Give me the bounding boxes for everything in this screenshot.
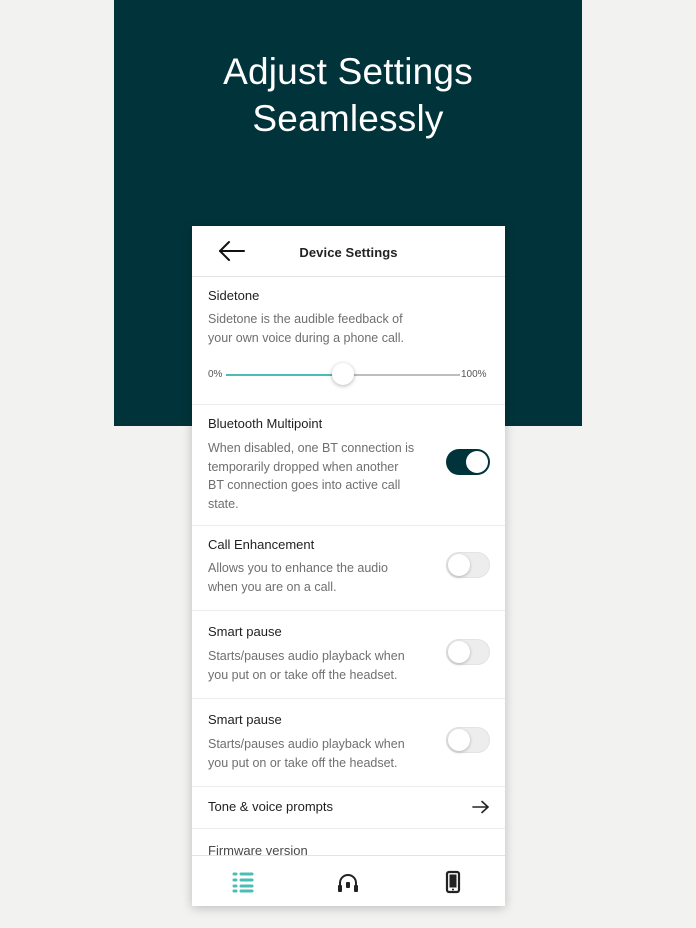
call-enhancement-toggle[interactable]	[446, 552, 490, 578]
bluetooth-multipoint-toggle[interactable]	[446, 449, 490, 475]
slider-min-label: 0%	[208, 369, 223, 380]
headset-icon[interactable]	[336, 870, 360, 894]
page-title: Device Settings	[299, 245, 398, 260]
hero-title-line-1: Adjust Settings	[223, 51, 473, 92]
desc-line: Allows you to enhance the audio	[208, 561, 388, 575]
sidetone-slider-fill	[226, 374, 343, 376]
sidetone-slider-thumb[interactable]	[332, 363, 354, 385]
desc-line: you put on or take off the headset.	[208, 667, 398, 682]
desc-line: BT connection goes into active call	[208, 478, 401, 492]
toggle-knob	[448, 729, 470, 751]
desc-line: Starts/pauses audio playback when	[208, 649, 405, 663]
sidetone-slider[interactable]	[226, 363, 460, 385]
sidetone-description: Sidetone is the audible feedback of your…	[208, 310, 404, 347]
call-enhancement-title: Call Enhancement	[208, 537, 315, 552]
bottom-nav	[192, 855, 505, 906]
sidetone-section: Sidetone Sidetone is the audible feedbac…	[192, 277, 505, 405]
smart-pause-title: Smart pause	[208, 712, 282, 727]
smart-pause-description: Starts/pauses audio playback when you pu…	[208, 735, 405, 772]
slider-max-label: 100%	[461, 369, 487, 380]
sidetone-description-line-2: your own voice during a phone call.	[208, 330, 404, 345]
desc-line: state.	[208, 496, 239, 511]
tone-voice-prompts-row[interactable]: Tone & voice prompts	[192, 786, 505, 829]
arrow-right-icon	[472, 800, 489, 814]
call-enhancement-description: Allows you to enhance the audio when you…	[208, 559, 388, 596]
phone-icon[interactable]	[441, 870, 465, 894]
desc-line: When disabled, one BT connection is	[208, 441, 415, 455]
smart-pause-toggle-1[interactable]	[446, 639, 490, 665]
smart-pause-section-2: Smart pause Starts/pauses audio playback…	[192, 698, 505, 787]
smart-pause-description: Starts/pauses audio playback when you pu…	[208, 647, 405, 684]
bluetooth-multipoint-description: When disabled, one BT connection is temp…	[208, 439, 414, 513]
top-bar: Device Settings	[192, 226, 505, 277]
bluetooth-multipoint-title: Bluetooth Multipoint	[208, 416, 323, 431]
toggle-knob	[466, 451, 488, 473]
desc-line: Starts/pauses audio playback when	[208, 737, 405, 751]
smart-pause-title: Smart pause	[208, 624, 282, 639]
hero-title-line-2: Seamlessly	[252, 98, 444, 139]
smart-pause-toggle-2[interactable]	[446, 727, 490, 753]
phone-screen: Device Settings Sidetone Sidetone is the…	[192, 226, 505, 906]
desc-line: you put on or take off the headset.	[208, 755, 398, 770]
bluetooth-multipoint-section: Bluetooth Multipoint When disabled, one …	[192, 404, 505, 526]
desc-line: when you are on a call.	[208, 579, 337, 594]
call-enhancement-section: Call Enhancement Allows you to enhance t…	[192, 525, 505, 611]
tone-voice-prompts-label: Tone & voice prompts	[208, 799, 334, 814]
desc-line: temporarily dropped when another	[208, 459, 399, 474]
sidetone-title: Sidetone	[208, 288, 260, 303]
smart-pause-section-1: Smart pause Starts/pauses audio playback…	[192, 610, 505, 699]
toggle-knob	[448, 641, 470, 663]
toggle-knob	[448, 554, 470, 576]
hero-title: Adjust Settings Seamlessly	[114, 48, 582, 142]
settings-list-icon[interactable]	[231, 870, 255, 894]
sidetone-description-line-1: Sidetone is the audible feedback of	[208, 312, 403, 326]
